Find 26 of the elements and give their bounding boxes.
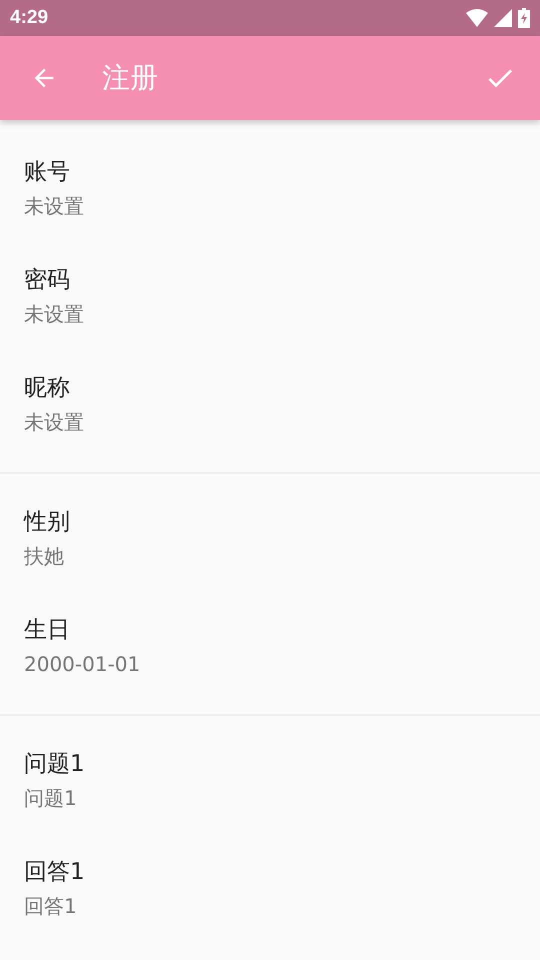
item-label: 生日 bbox=[24, 616, 71, 644]
item-value: 2000-01-01 bbox=[24, 651, 142, 678]
item-value: 扶她 bbox=[24, 543, 65, 570]
item-label: 密码 bbox=[24, 266, 71, 294]
item-value: 问题1 bbox=[24, 785, 78, 812]
item-value: 未设置 bbox=[24, 301, 85, 328]
settings-item[interactable]: 账号 未设置 bbox=[0, 132, 540, 240]
screen-title: 注册 bbox=[102, 60, 159, 96]
item-value: 未设置 bbox=[24, 193, 85, 220]
wifi-icon bbox=[466, 9, 488, 27]
item-label: 昵称 bbox=[24, 374, 71, 402]
item-label: 账号 bbox=[24, 158, 71, 186]
settings-item[interactable]: 生日 2000-01-01 bbox=[0, 590, 540, 698]
settings-item[interactable]: 问题1 问题1 bbox=[0, 724, 540, 832]
item-label: 回答1 bbox=[24, 858, 86, 886]
item-label: 性别 bbox=[24, 508, 71, 536]
signal-icon bbox=[494, 9, 512, 27]
settings-item[interactable]: 回答1 回答1 bbox=[0, 832, 540, 940]
settings-item[interactable]: 密码 未设置 bbox=[0, 240, 540, 348]
status-time: 4:29 bbox=[10, 7, 48, 29]
item-value: 回答1 bbox=[24, 893, 78, 920]
settings-item[interactable]: 性别 扶她 bbox=[0, 482, 540, 590]
battery-icon bbox=[518, 8, 530, 28]
item-label: 问题1 bbox=[24, 750, 86, 778]
settings-item[interactable]: 昵称 未设置 bbox=[0, 348, 540, 456]
item-value: 未设置 bbox=[24, 409, 85, 436]
